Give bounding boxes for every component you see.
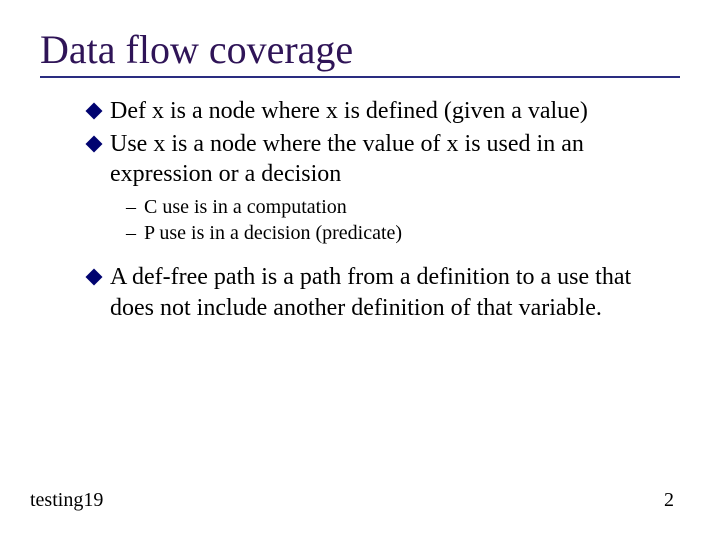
bullet-text: A def-free path is a path from a definit…: [110, 262, 670, 323]
sub-bullet-text: P use is in a decision (predicate): [144, 220, 402, 246]
title-block: Data flow coverage: [40, 28, 680, 78]
diamond-bullet-icon: [86, 103, 103, 120]
diamond-bullet-icon: [86, 269, 103, 286]
sub-bullet-text: C use is in a computation: [144, 194, 347, 220]
bullet-text: Def x is a node where x is defined (give…: [110, 96, 670, 127]
footer-page-number: 2: [664, 489, 674, 512]
bullet-item: A def-free path is a path from a definit…: [88, 262, 670, 323]
bullet-text: Use x is a node where the value of x is …: [110, 129, 670, 190]
bullet-item: Use x is a node where the value of x is …: [88, 129, 670, 190]
slide: Data flow coverage Def x is a node where…: [0, 0, 720, 540]
dash-bullet-icon: –: [126, 220, 136, 246]
sub-bullet-item: – P use is in a decision (predicate): [126, 220, 670, 246]
sub-bullet-list: – C use is in a computation – P use is i…: [88, 194, 670, 246]
dash-bullet-icon: –: [126, 194, 136, 220]
footer-left: testing19: [30, 489, 103, 512]
diamond-bullet-icon: [86, 135, 103, 152]
title-underline: [40, 76, 680, 78]
slide-body: Def x is a node where x is defined (give…: [40, 96, 680, 324]
slide-title: Data flow coverage: [40, 28, 680, 72]
sub-bullet-item: – C use is in a computation: [126, 194, 670, 220]
bullet-item: Def x is a node where x is defined (give…: [88, 96, 670, 127]
